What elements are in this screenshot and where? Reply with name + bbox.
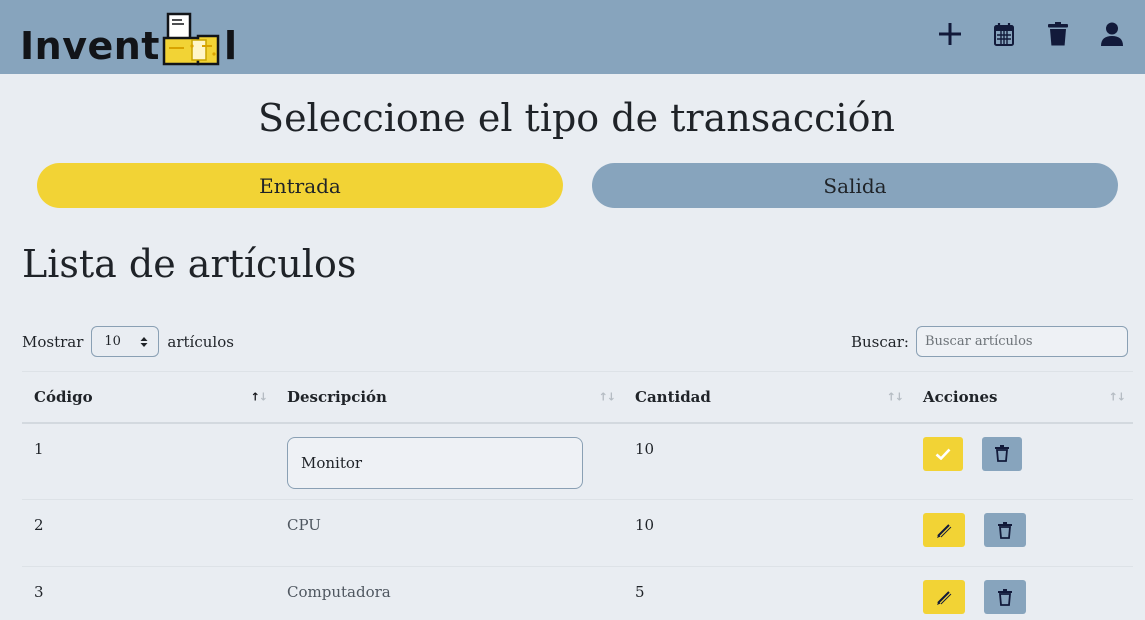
page-size-select[interactable]: 10: [91, 326, 160, 357]
cell-code: 1: [22, 422, 275, 500]
plus-icon[interactable]: [937, 20, 963, 48]
column-header-description[interactable]: Descripción ↑↓: [275, 371, 623, 424]
select-arrows-icon: [140, 336, 148, 347]
search-input[interactable]: [915, 326, 1128, 357]
column-header-label: Descripción: [287, 387, 387, 406]
table-row: 2 CPU 10: [22, 499, 1133, 567]
cell-actions: [911, 499, 1133, 567]
cell-actions: [911, 422, 1133, 500]
trash-icon: [998, 521, 1012, 539]
edit-button[interactable]: [923, 580, 965, 614]
page-length-control: Mostrar 10 artículos: [22, 326, 234, 357]
page-size-value: 10: [104, 334, 121, 349]
top-navbar: Invent l: [0, 0, 1145, 74]
sort-icon: ↑↓: [886, 390, 904, 404]
cell-actions: [911, 566, 1133, 620]
column-header-label: Cantidad: [635, 387, 711, 406]
trash-icon: [995, 445, 1009, 462]
entrada-button[interactable]: Entrada: [37, 163, 563, 208]
article-list-title: Lista de artículos: [22, 242, 357, 286]
transaction-type-title: Seleccione el tipo de transacción: [258, 96, 895, 140]
brand-name-suffix: l: [223, 24, 238, 68]
trash-icon: [998, 588, 1012, 606]
column-header-code[interactable]: Código ↑↓: [22, 371, 275, 424]
delete-button[interactable]: [982, 436, 1022, 471]
confirm-button[interactable]: [923, 436, 963, 471]
search-control: Buscar:: [851, 326, 1128, 357]
show-label: Mostrar: [22, 332, 84, 351]
boxes-logo-icon: [162, 12, 220, 66]
nav-icon-group: [937, 20, 1125, 48]
edit-button[interactable]: [923, 513, 965, 547]
sort-icon: ↑↓: [598, 390, 616, 404]
cell-quantity: 10: [623, 499, 911, 567]
sort-ascending-icon: ↑↓: [250, 390, 268, 404]
user-icon[interactable]: [1099, 20, 1125, 48]
pencil-icon: [937, 524, 952, 538]
show-suffix-label: artículos: [167, 332, 234, 351]
trash-icon[interactable]: [1045, 20, 1071, 48]
sort-icon: ↑↓: [1108, 390, 1126, 404]
cell-description: CPU: [275, 499, 623, 567]
pencil-icon: [937, 591, 952, 605]
table-row: 1 10: [22, 422, 1133, 500]
delete-button[interactable]: [984, 513, 1026, 547]
cell-description: Computadora: [275, 566, 623, 620]
cell-code: 2: [22, 499, 275, 567]
check-icon: [935, 448, 951, 460]
cell-quantity: 5: [623, 566, 911, 620]
column-header-label: Acciones: [923, 387, 998, 406]
calendar-icon[interactable]: [991, 20, 1017, 48]
cell-quantity: 10: [623, 422, 911, 500]
table-row: 3 Computadora 5: [22, 566, 1133, 620]
column-header-label: Código: [34, 387, 93, 406]
salida-button[interactable]: Salida: [592, 163, 1118, 208]
brand-name-prefix: Invent: [20, 24, 160, 68]
search-label: Buscar:: [851, 332, 909, 351]
column-header-quantity[interactable]: Cantidad ↑↓: [623, 371, 911, 424]
cell-description-editing: [275, 422, 623, 500]
cell-code: 3: [22, 566, 275, 620]
table-header-row: Código ↑↓ Descripción ↑↓ Cantidad ↑↓ Acc…: [22, 371, 1133, 424]
column-header-actions[interactable]: Acciones ↑↓: [911, 371, 1133, 424]
delete-button[interactable]: [984, 580, 1026, 614]
articles-table: Código ↑↓ Descripción ↑↓ Cantidad ↑↓ Acc…: [22, 371, 1133, 620]
description-edit-input[interactable]: [287, 436, 583, 489]
brand-logo[interactable]: Invent l: [20, 6, 237, 68]
